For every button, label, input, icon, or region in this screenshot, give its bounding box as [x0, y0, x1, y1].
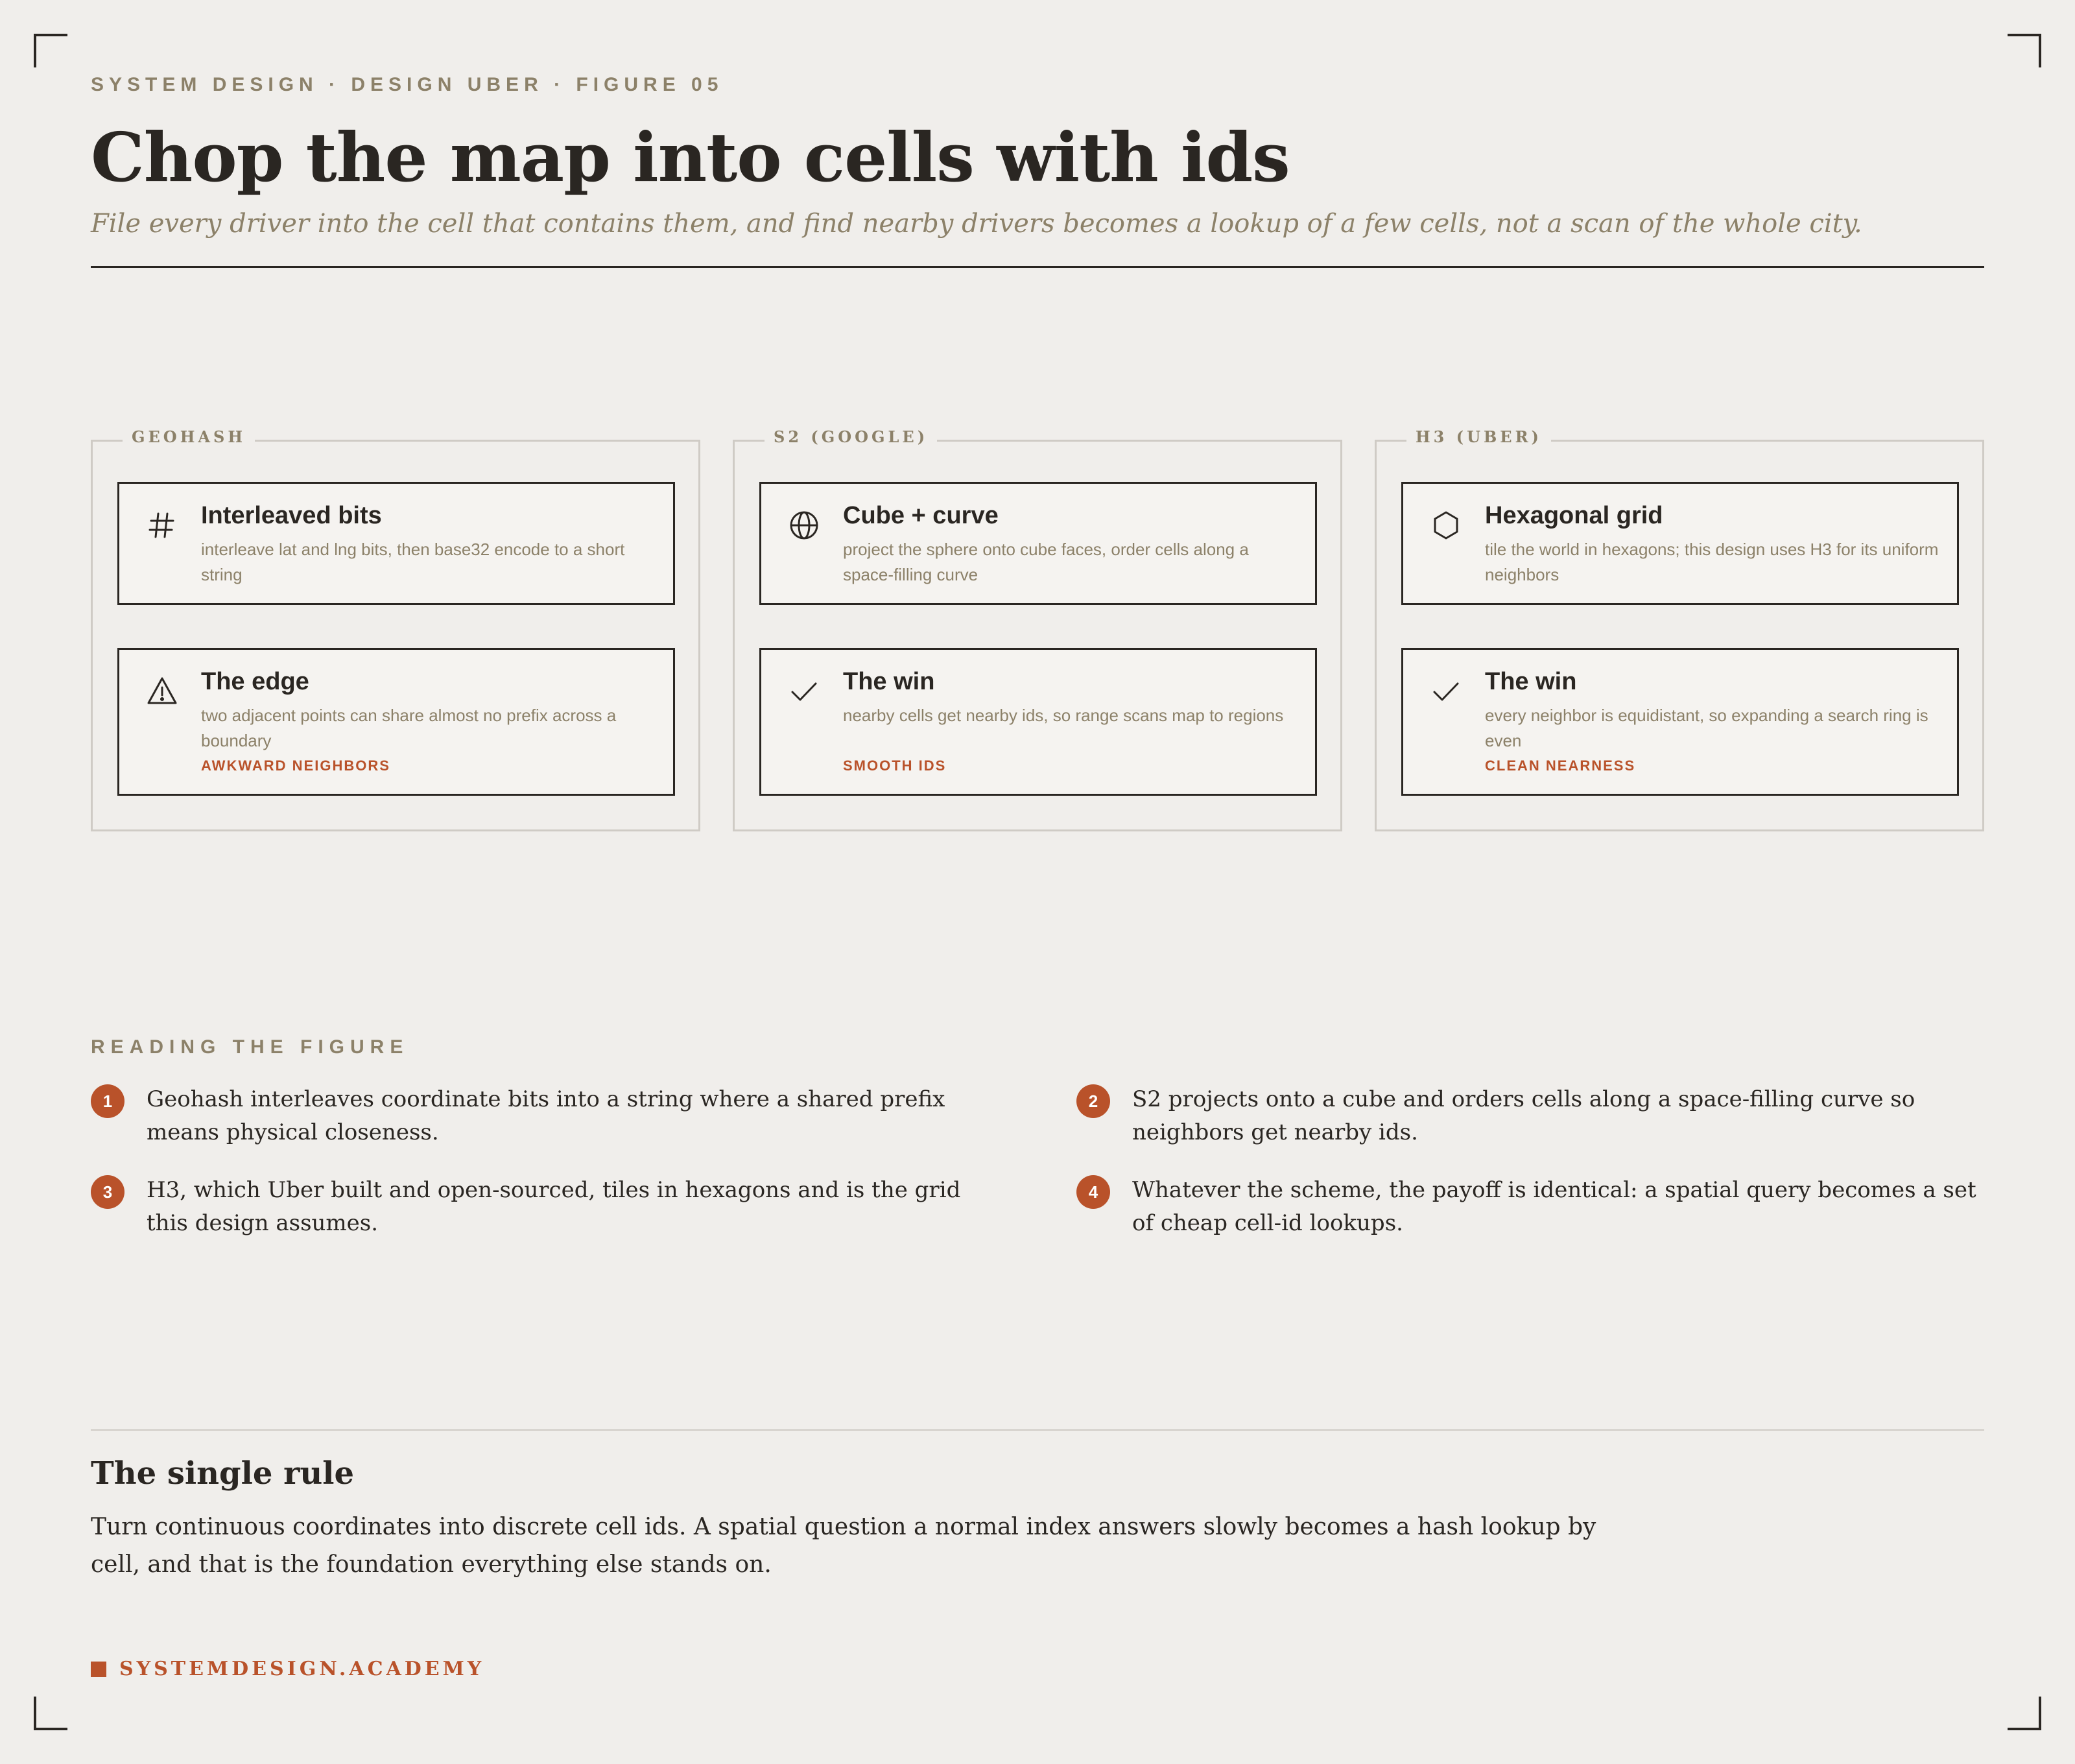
card-the-win-s2: The win nearby cells get nearby ids, so …: [759, 648, 1317, 796]
note-number-badge: 4: [1076, 1175, 1110, 1209]
panel-s2: S2 (GOOGLE) Cube + curve project the sph…: [733, 427, 1342, 831]
card-title: Interleaved bits: [201, 502, 382, 529]
card-the-edge: The edge two adjacent points can share a…: [117, 648, 675, 796]
eyebrow: SYSTEM DESIGN · DESIGN UBER · FIGURE 05: [91, 74, 724, 95]
check-icon: [1429, 674, 1463, 708]
section-divider: [91, 1429, 1984, 1431]
note-number-badge: 2: [1076, 1084, 1110, 1118]
brand-square-icon: [91, 1661, 106, 1677]
card-description: tile the world in hexagons; this design …: [1485, 540, 1939, 584]
panel-h3: H3 (UBER) Hexagonal grid tile the world …: [1375, 427, 1984, 831]
card-description: two adjacent points can share almost no …: [201, 706, 617, 750]
note-number-badge: 3: [91, 1175, 124, 1209]
card-description: interleave lat and lng bits, then base32…: [201, 540, 625, 584]
corner-mark-top-left: [34, 34, 67, 67]
panel-label: S2 (GOOGLE): [765, 427, 938, 446]
brand-footer: SYSTEMDESIGN.ACADEMY: [91, 1658, 484, 1680]
card-the-win-h3: The win every neighbor is equidistant, s…: [1401, 648, 1959, 796]
card-title: Hexagonal grid: [1485, 502, 1663, 529]
note-text: S2 projects onto a cube and orders cells…: [1132, 1086, 1915, 1145]
globe-icon: [787, 508, 821, 542]
panel-label: GEOHASH: [123, 427, 255, 446]
page-subtitle: File every driver into the cell that con…: [91, 209, 1862, 239]
brand-name: SYSTEMDESIGN.ACADEMY: [119, 1658, 485, 1680]
reading-section-label: READING THE FIGURE: [91, 1036, 409, 1058]
note-text: H3, which Uber built and open-sourced, t…: [147, 1177, 961, 1236]
corner-mark-bottom-left: [34, 1697, 67, 1730]
card-tag: SMOOTH IDS: [843, 757, 947, 774]
check-icon: [787, 674, 821, 708]
note-text: Geohash interleaves coordinate bits into…: [147, 1086, 945, 1145]
single-rule-heading: The single rule: [91, 1455, 355, 1492]
hexagon-icon: [1429, 508, 1463, 542]
card-title: The edge: [201, 668, 309, 695]
single-rule-body: Turn continuous coordinates into discret…: [91, 1514, 1596, 1578]
card-description: nearby cells get nearby ids, so range sc…: [843, 706, 1284, 725]
card-interleaved-bits: Interleaved bits interleave lat and lng …: [117, 482, 675, 605]
page-title: Chop the map into cells with ids: [91, 117, 1290, 197]
panel-geohash: GEOHASH Interleaved bits interleave lat …: [91, 427, 700, 831]
corner-mark-top-right: [2008, 34, 2041, 67]
card-description: every neighbor is equidistant, so expand…: [1485, 706, 1928, 750]
card-tag: CLEAN NEARNESS: [1485, 757, 1636, 774]
card-title: The win: [843, 668, 935, 695]
card-hexagonal-grid: Hexagonal grid tile the world in hexagon…: [1401, 482, 1959, 605]
card-tag: AWKWARD NEIGHBORS: [201, 757, 390, 774]
card-title: Cube + curve: [843, 502, 999, 529]
note-text: Whatever the scheme, the payoff is ident…: [1132, 1177, 1976, 1236]
panel-label: H3 (UBER): [1406, 427, 1551, 446]
card-description: project the sphere onto cube faces, orde…: [843, 540, 1249, 584]
header-divider: [91, 266, 1984, 268]
hash-icon: [145, 508, 179, 542]
card-title: The win: [1485, 668, 1577, 695]
note-number-badge: 1: [91, 1084, 124, 1118]
warning-icon: [145, 674, 179, 708]
corner-mark-bottom-right: [2008, 1697, 2041, 1730]
card-cube-curve: Cube + curve project the sphere onto cub…: [759, 482, 1317, 605]
